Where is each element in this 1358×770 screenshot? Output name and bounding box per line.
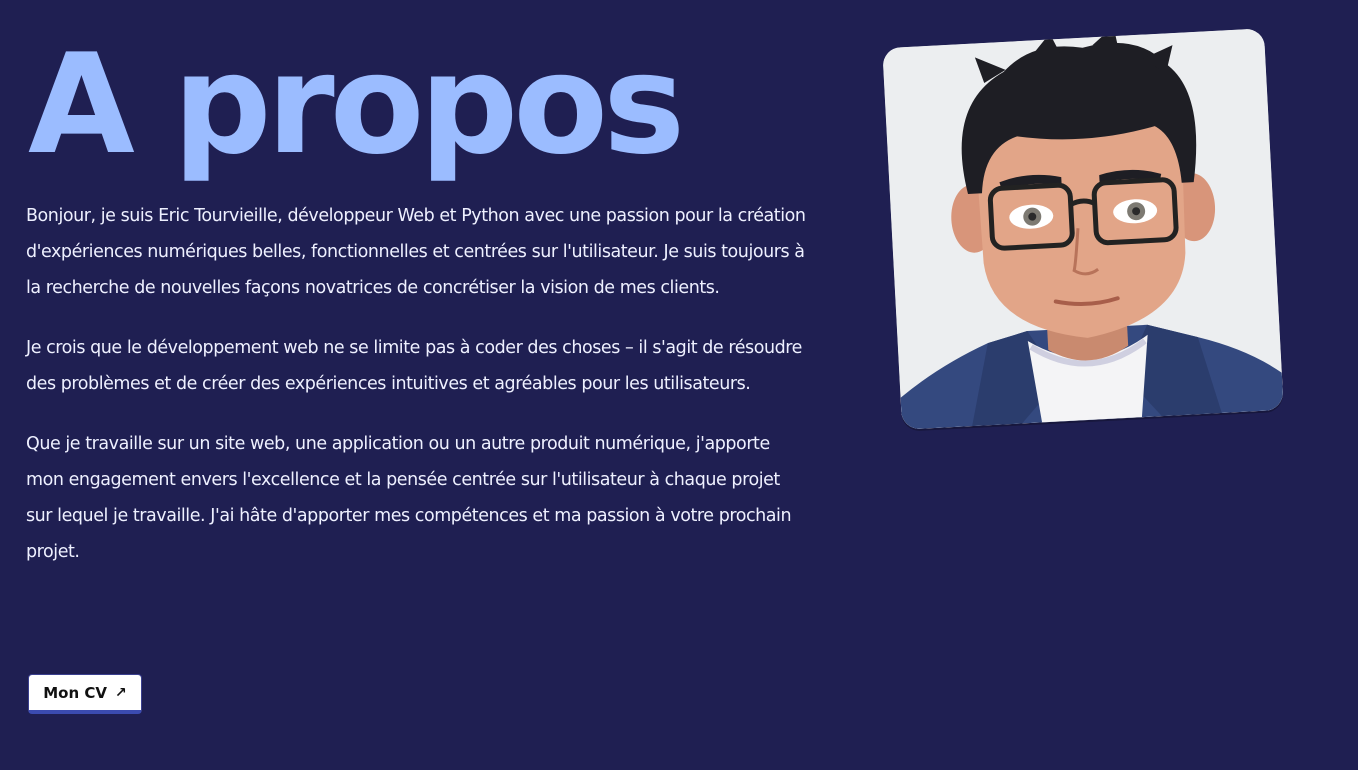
cv-button-label: Mon CV: [43, 683, 107, 702]
cv-button[interactable]: Mon CV ↗: [28, 674, 142, 714]
bio-paragraph-1: Bonjour, je suis Eric Tourvieille, dével…: [26, 206, 806, 298]
avatar: [882, 28, 1284, 430]
bio-paragraph-2: Je crois que le développement web ne se …: [26, 338, 802, 394]
arrow-up-right-icon: ↗: [115, 684, 127, 701]
bio-text: Bonjour, je suis Eric Tourvieille, dével…: [26, 198, 806, 594]
page-title: A propos: [28, 24, 685, 185]
bio-paragraph-3: Que je travaille sur un site web, une ap…: [26, 434, 792, 562]
avatar-illustration: [882, 28, 1284, 430]
